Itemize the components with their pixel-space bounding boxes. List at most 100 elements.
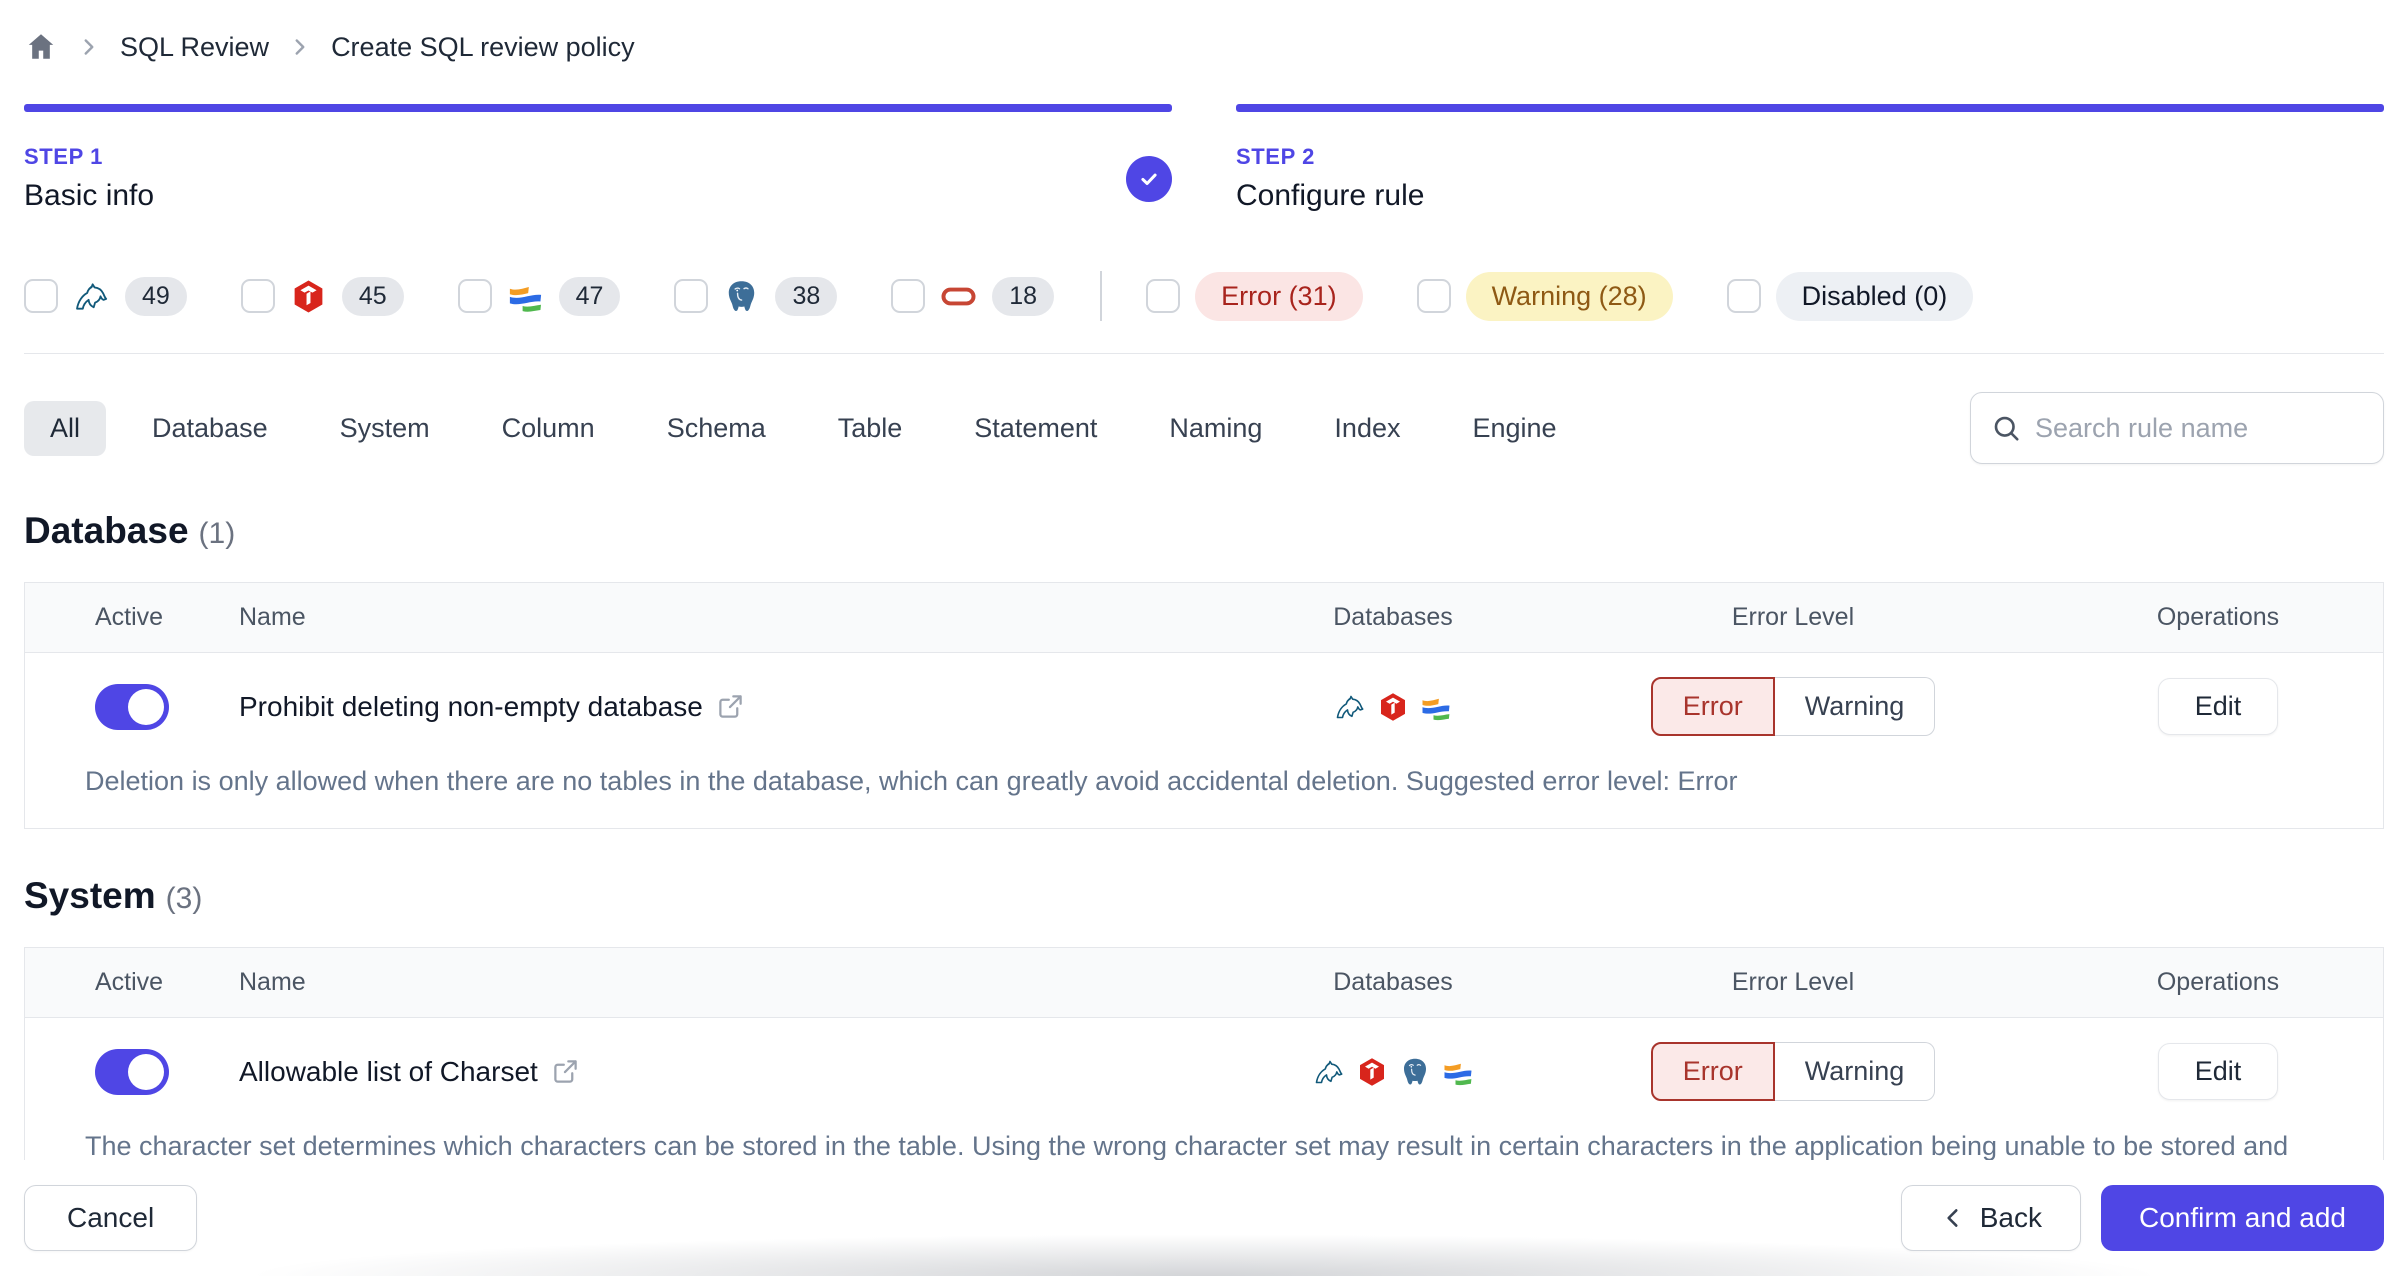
- tab-system[interactable]: System: [314, 401, 456, 456]
- column-header-name: Name: [239, 968, 306, 996]
- tab-statement[interactable]: Statement: [948, 401, 1123, 456]
- tidb-icon: [1381, 692, 1405, 721]
- oceanbase-filter-checkbox[interactable]: [457, 279, 492, 313]
- filter-engine-mysql: 49: [24, 276, 187, 316]
- column-header-error-level: Error Level: [1731, 968, 1855, 996]
- warning-level-button[interactable]: Warning: [1774, 677, 1936, 736]
- step-1: STEP 1 Basic info: [24, 104, 1172, 213]
- chevron-right-icon: [295, 39, 305, 55]
- mysql-filter-checkbox[interactable]: [24, 279, 58, 313]
- edit-button[interactable]: Edit: [2157, 678, 2279, 735]
- error-count-pill[interactable]: Error (31): [1195, 271, 1363, 321]
- rule-databases: [1253, 1056, 1533, 1088]
- step-2-label: STEP 2: [1236, 144, 1316, 169]
- filter-divider: [1100, 271, 1103, 321]
- back-button[interactable]: Back: [1900, 1185, 2081, 1251]
- warning-filter-checkbox[interactable]: [1416, 279, 1451, 313]
- chevron-right-icon: [84, 39, 94, 55]
- oceanbase-icon: [509, 286, 541, 312]
- step-2: STEP 2 Configure rule: [1236, 104, 2384, 213]
- error-level-button[interactable]: Error: [1650, 677, 1775, 736]
- oracle-icon: [941, 287, 976, 305]
- search-input[interactable]: [2035, 412, 2363, 444]
- tab-index[interactable]: Index: [1308, 401, 1426, 456]
- column-header-name: Name: [239, 603, 306, 631]
- filter-engine-tidb: 45: [240, 276, 404, 316]
- filter-level-warning: Warning (28): [1416, 271, 1673, 321]
- tab-all[interactable]: All: [24, 400, 107, 456]
- step-indicator: STEP 1 Basic info STEP 2 Configure rule: [24, 104, 2384, 213]
- step-2-progress-bar: [1236, 104, 2384, 112]
- footer-action-bar: Cancel Back Confirm and add: [0, 1160, 2408, 1276]
- tab-naming[interactable]: Naming: [1143, 401, 1288, 456]
- column-header-operations: Operations: [2156, 603, 2280, 631]
- active-toggle[interactable]: [95, 683, 169, 730]
- rule-filter-bar: 49 45 47 38 18 Error (31) Warning (28) D…: [24, 271, 2384, 354]
- footer-right-actions: Back Confirm and add: [1900, 1185, 2384, 1251]
- rule-description: Deletion is only allowed when there are …: [85, 766, 1738, 796]
- step-1-label: STEP 1: [24, 144, 104, 169]
- category-tabs: All Database System Column Schema Table …: [24, 400, 1583, 456]
- active-toggle[interactable]: [95, 1048, 169, 1095]
- postgres-rule-count: 38: [775, 276, 838, 316]
- edit-button[interactable]: Edit: [2157, 1043, 2279, 1100]
- mysql-rule-count: 49: [125, 276, 187, 316]
- rule-name: Allowable list of Charset: [215, 1056, 1253, 1088]
- breadcrumb-current: Create SQL review policy: [331, 31, 635, 62]
- database-rules-table: Active Name Databases Error Level Operat…: [24, 582, 2384, 829]
- tab-table[interactable]: Table: [812, 401, 929, 456]
- section-title-database: Database (1): [24, 510, 2384, 552]
- tab-column[interactable]: Column: [476, 401, 621, 456]
- section-system-label: System: [24, 875, 156, 916]
- disabled-count-pill[interactable]: Disabled (0): [1775, 271, 1974, 321]
- rule-name: Prohibit deleting non-empty database: [215, 691, 1253, 723]
- column-header-operations: Operations: [2156, 968, 2280, 996]
- external-link-icon[interactable]: [552, 1058, 579, 1085]
- postgres-icon: [1402, 1057, 1427, 1085]
- postgres-filter-checkbox[interactable]: [674, 279, 709, 313]
- category-tabs-row: All Database System Column Schema Table …: [24, 392, 2384, 464]
- toggle-knob: [128, 1053, 164, 1090]
- table-header: Active Name Databases Error Level Operat…: [25, 948, 2383, 1018]
- confirm-and-add-button[interactable]: Confirm and add: [2100, 1185, 2384, 1251]
- step-2-title: Configure rule: [1236, 179, 1425, 212]
- error-level-selector: Error Warning: [1533, 1042, 2053, 1101]
- column-header-active: Active: [95, 603, 164, 631]
- home-icon[interactable]: [24, 30, 58, 64]
- column-header-databases: Databases: [1333, 603, 1453, 631]
- section-title-system: System (3): [24, 875, 2384, 917]
- filter-engine-oracle: 18: [891, 276, 1055, 316]
- step-1-title: Basic info: [24, 179, 155, 212]
- step-1-completed-check-icon: [1126, 155, 1172, 202]
- oracle-filter-checkbox[interactable]: [891, 279, 926, 313]
- tidb-rule-count: 45: [341, 276, 404, 316]
- breadcrumb-sql-review[interactable]: SQL Review: [120, 32, 269, 63]
- tab-schema[interactable]: Schema: [641, 401, 792, 456]
- tidb-icon: [1359, 1057, 1384, 1086]
- disabled-filter-checkbox[interactable]: [1726, 279, 1761, 313]
- mysql-icon: [1315, 1060, 1342, 1083]
- breadcrumb: SQL Review Create SQL review policy: [24, 0, 2384, 70]
- column-header-active: Active: [95, 968, 164, 996]
- error-level-button[interactable]: Error: [1650, 1042, 1775, 1101]
- external-link-icon[interactable]: [717, 693, 744, 720]
- warning-count-pill[interactable]: Warning (28): [1465, 271, 1673, 321]
- filter-engine-oceanbase: 47: [457, 276, 621, 316]
- rule-databases: [1253, 691, 1533, 723]
- section-system-count: (3): [165, 882, 203, 915]
- warning-level-button[interactable]: Warning: [1774, 1042, 1936, 1101]
- tidb-icon: [294, 280, 323, 312]
- error-filter-checkbox[interactable]: [1146, 279, 1181, 313]
- table-row: Allowable list of Charset Error Warning …: [25, 1018, 2383, 1109]
- tidb-filter-checkbox[interactable]: [240, 279, 275, 313]
- column-header-error-level: Error Level: [1731, 603, 1855, 631]
- chevron-left-icon: [1947, 1209, 1958, 1227]
- tab-database[interactable]: Database: [126, 401, 294, 456]
- table-header: Active Name Databases Error Level Operat…: [25, 583, 2383, 653]
- oracle-rule-count: 18: [992, 276, 1055, 316]
- search-box: [1970, 392, 2384, 464]
- rule-name-text: Prohibit deleting non-empty database: [239, 690, 703, 722]
- tab-engine[interactable]: Engine: [1446, 401, 1582, 456]
- cancel-button[interactable]: Cancel: [24, 1185, 198, 1251]
- postgres-icon: [728, 280, 756, 312]
